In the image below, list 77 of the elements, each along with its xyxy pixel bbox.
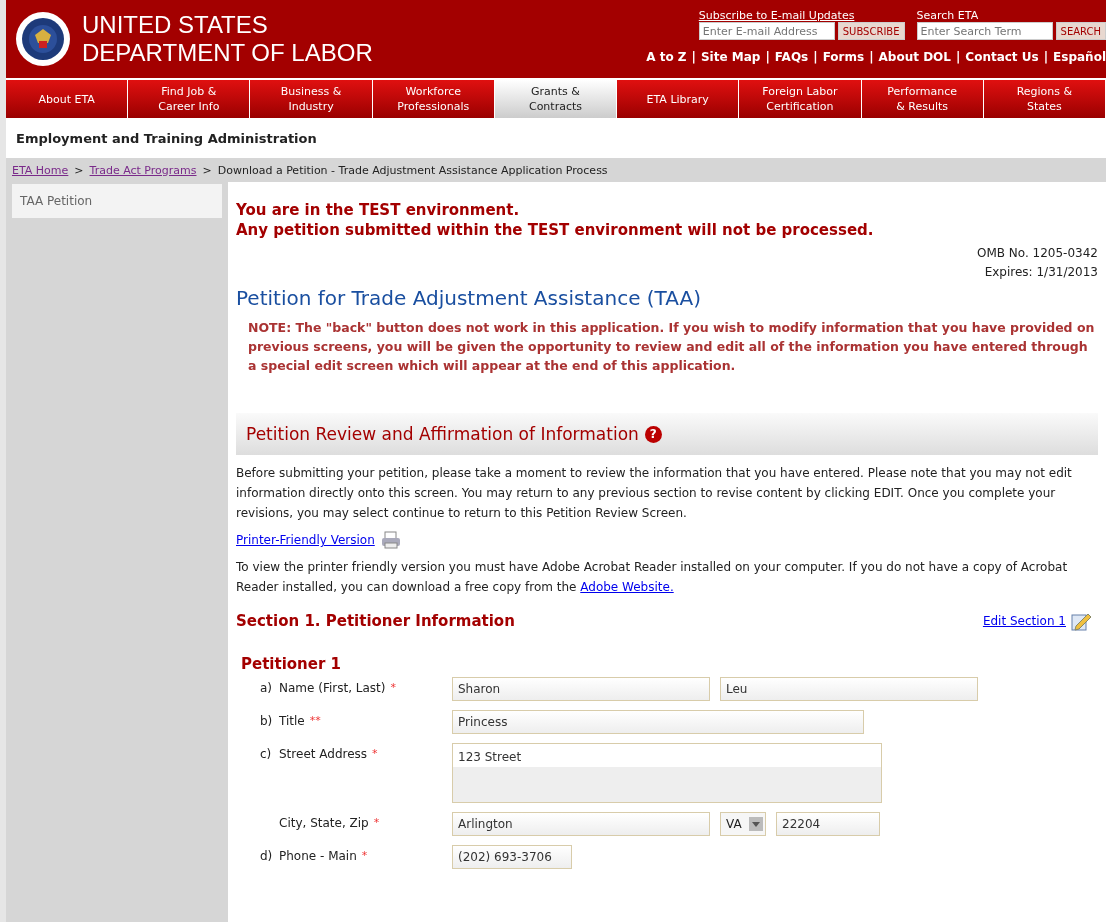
required-mark: ** <box>309 714 321 729</box>
link-separator: | <box>813 50 818 64</box>
field-label: Street Address <box>279 747 368 763</box>
required-mark: * <box>372 747 378 762</box>
intro-paragraph: Before submitting your petition, please take a moment to review the information that you have entered. Please note that you may not edit information directly onto this screen. You may return to any previous section to revise content by clicking EDIT. Once you complete your revisions, you may select continue to return to this Petition Review Screen. <box>236 465 1073 522</box>
help-icon[interactable]: ? <box>644 425 662 443</box>
search-label: Search ETA <box>916 10 980 22</box>
omb-info: Expires: 1/31/2013 <box>983 264 1098 281</box>
site-title: UNITED STATES <box>82 11 269 39</box>
test-warning: Any petition submitted within the TEST environment will not be processed. <box>236 220 875 240</box>
header-link[interactable]: A to Z <box>646 50 687 64</box>
field-label: Title <box>279 714 305 730</box>
header-link[interactable]: Site Map <box>700 50 761 64</box>
nav-tab[interactable]: Workforce Professionals <box>372 80 495 118</box>
field-label: Name (First, Last) <box>279 681 386 697</box>
required-mark: * <box>390 681 396 696</box>
panel-title: Petition Review and Affirmation of Information <box>246 424 639 444</box>
field-label: Phone - Main <box>279 849 357 865</box>
edit-section-link[interactable]: Edit Section 1 <box>982 614 1066 628</box>
link-separator: | <box>955 50 961 64</box>
nav-tab[interactable]: Performance & Results <box>861 80 984 118</box>
text-input[interactable]: Arlington <box>452 812 710 836</box>
header-link[interactable]: Forms <box>822 50 865 64</box>
text-input[interactable]: Leu <box>720 677 978 701</box>
header-link[interactable]: Contact Us <box>965 50 1039 64</box>
site-title: DEPARTMENT OF LABOR <box>82 39 374 67</box>
breadcrumb-link[interactable]: Trade Act Programs <box>89 163 197 177</box>
nav-tab[interactable]: Business & Industry <box>250 80 373 118</box>
search-button[interactable]: SEARCH <box>1055 22 1106 40</box>
link-separator: | <box>691 50 696 64</box>
section-title: Section 1. Petitioner Information <box>236 612 515 630</box>
test-warning: You are in the TEST environment. <box>236 200 521 220</box>
item-letter: d) <box>260 849 274 865</box>
header-link[interactable]: FAQs <box>774 50 809 64</box>
link-separator: | <box>869 50 874 64</box>
link-separator: | <box>1043 50 1049 64</box>
header-link[interactable]: About DOL <box>878 50 951 64</box>
text-input[interactable]: 22204 <box>776 812 880 836</box>
breadcrumb-current: Download a Petition - Trade Adjustment Assistance Application Process <box>217 163 608 177</box>
agency-name: Employment and Training Administration <box>15 129 318 148</box>
seal-icon <box>16 12 70 66</box>
acrobat-paragraph: To view the printer friendly version you must have Adobe Acrobat Reader installed on your computer. If you do not have a copy of Acrobat Reader installed, you can download a free copy from the Adobe Website. <box>236 559 1069 596</box>
nav-tab[interactable]: Grants & Contracts <box>494 80 618 118</box>
nav-tab[interactable]: Find Job & Career Info <box>128 80 251 118</box>
printer-icon[interactable] <box>380 531 401 549</box>
item-letter: b) <box>260 714 274 730</box>
nav-tab[interactable]: Foreign Labor Certification <box>739 80 862 118</box>
text-input[interactable]: Sharon <box>452 677 710 701</box>
printer-friendly-link[interactable]: Printer-Friendly Version <box>236 533 375 547</box>
breadcrumb-link[interactable]: ETA Home <box>12 163 69 177</box>
nav-tab[interactable]: About ETA <box>6 80 129 118</box>
nav-tab[interactable]: ETA Library <box>617 80 740 118</box>
petitioner-heading: Petitioner 1 <box>241 655 342 673</box>
header-link[interactable]: Español <box>1053 50 1106 64</box>
item-letter: c) <box>260 747 273 763</box>
subscribe-label: Subscribe to E-mail Updates <box>698 10 856 22</box>
email-field[interactable]: Enter E-mail Address <box>698 22 835 40</box>
breadcrumb-separator: > <box>202 163 212 177</box>
state-select[interactable]: VA <box>720 812 766 836</box>
text-input[interactable]: (202) 693-3706 <box>452 845 572 869</box>
back-button-note: NOTE: The "back" button does not work in this application. If you wish to modify information that you have provided on previous screens, you will be given the opportunity to review and edit all of the information you have entered through a special edit screen which will appear at the end of this application. <box>248 319 1096 375</box>
omb-info: OMB No. 1205-0342 <box>977 245 1098 262</box>
subscribe-button[interactable]: SUBSCRIBE <box>837 22 905 40</box>
link-separator: | <box>765 50 770 64</box>
nav-tab[interactable]: Regions & States <box>983 80 1106 118</box>
page-title: Petition for Trade Adjustment Assistance (TAA) <box>236 286 702 310</box>
field-label: City, State, Zip <box>279 816 369 832</box>
sidebar-item[interactable]: TAA Petition <box>12 184 222 218</box>
item-letter: a) <box>260 681 274 697</box>
text-input[interactable]: Princess <box>452 710 864 734</box>
breadcrumb-separator: > <box>74 163 84 177</box>
required-mark: * <box>361 849 368 864</box>
notepad-pencil-icon[interactable] <box>1070 611 1092 631</box>
text-area[interactable]: 123 Street <box>452 743 882 803</box>
search-field[interactable]: Enter Search Term <box>916 22 1053 40</box>
adobe-website-link[interactable]: Adobe Website. <box>580 580 674 594</box>
required-mark: * <box>373 816 380 831</box>
